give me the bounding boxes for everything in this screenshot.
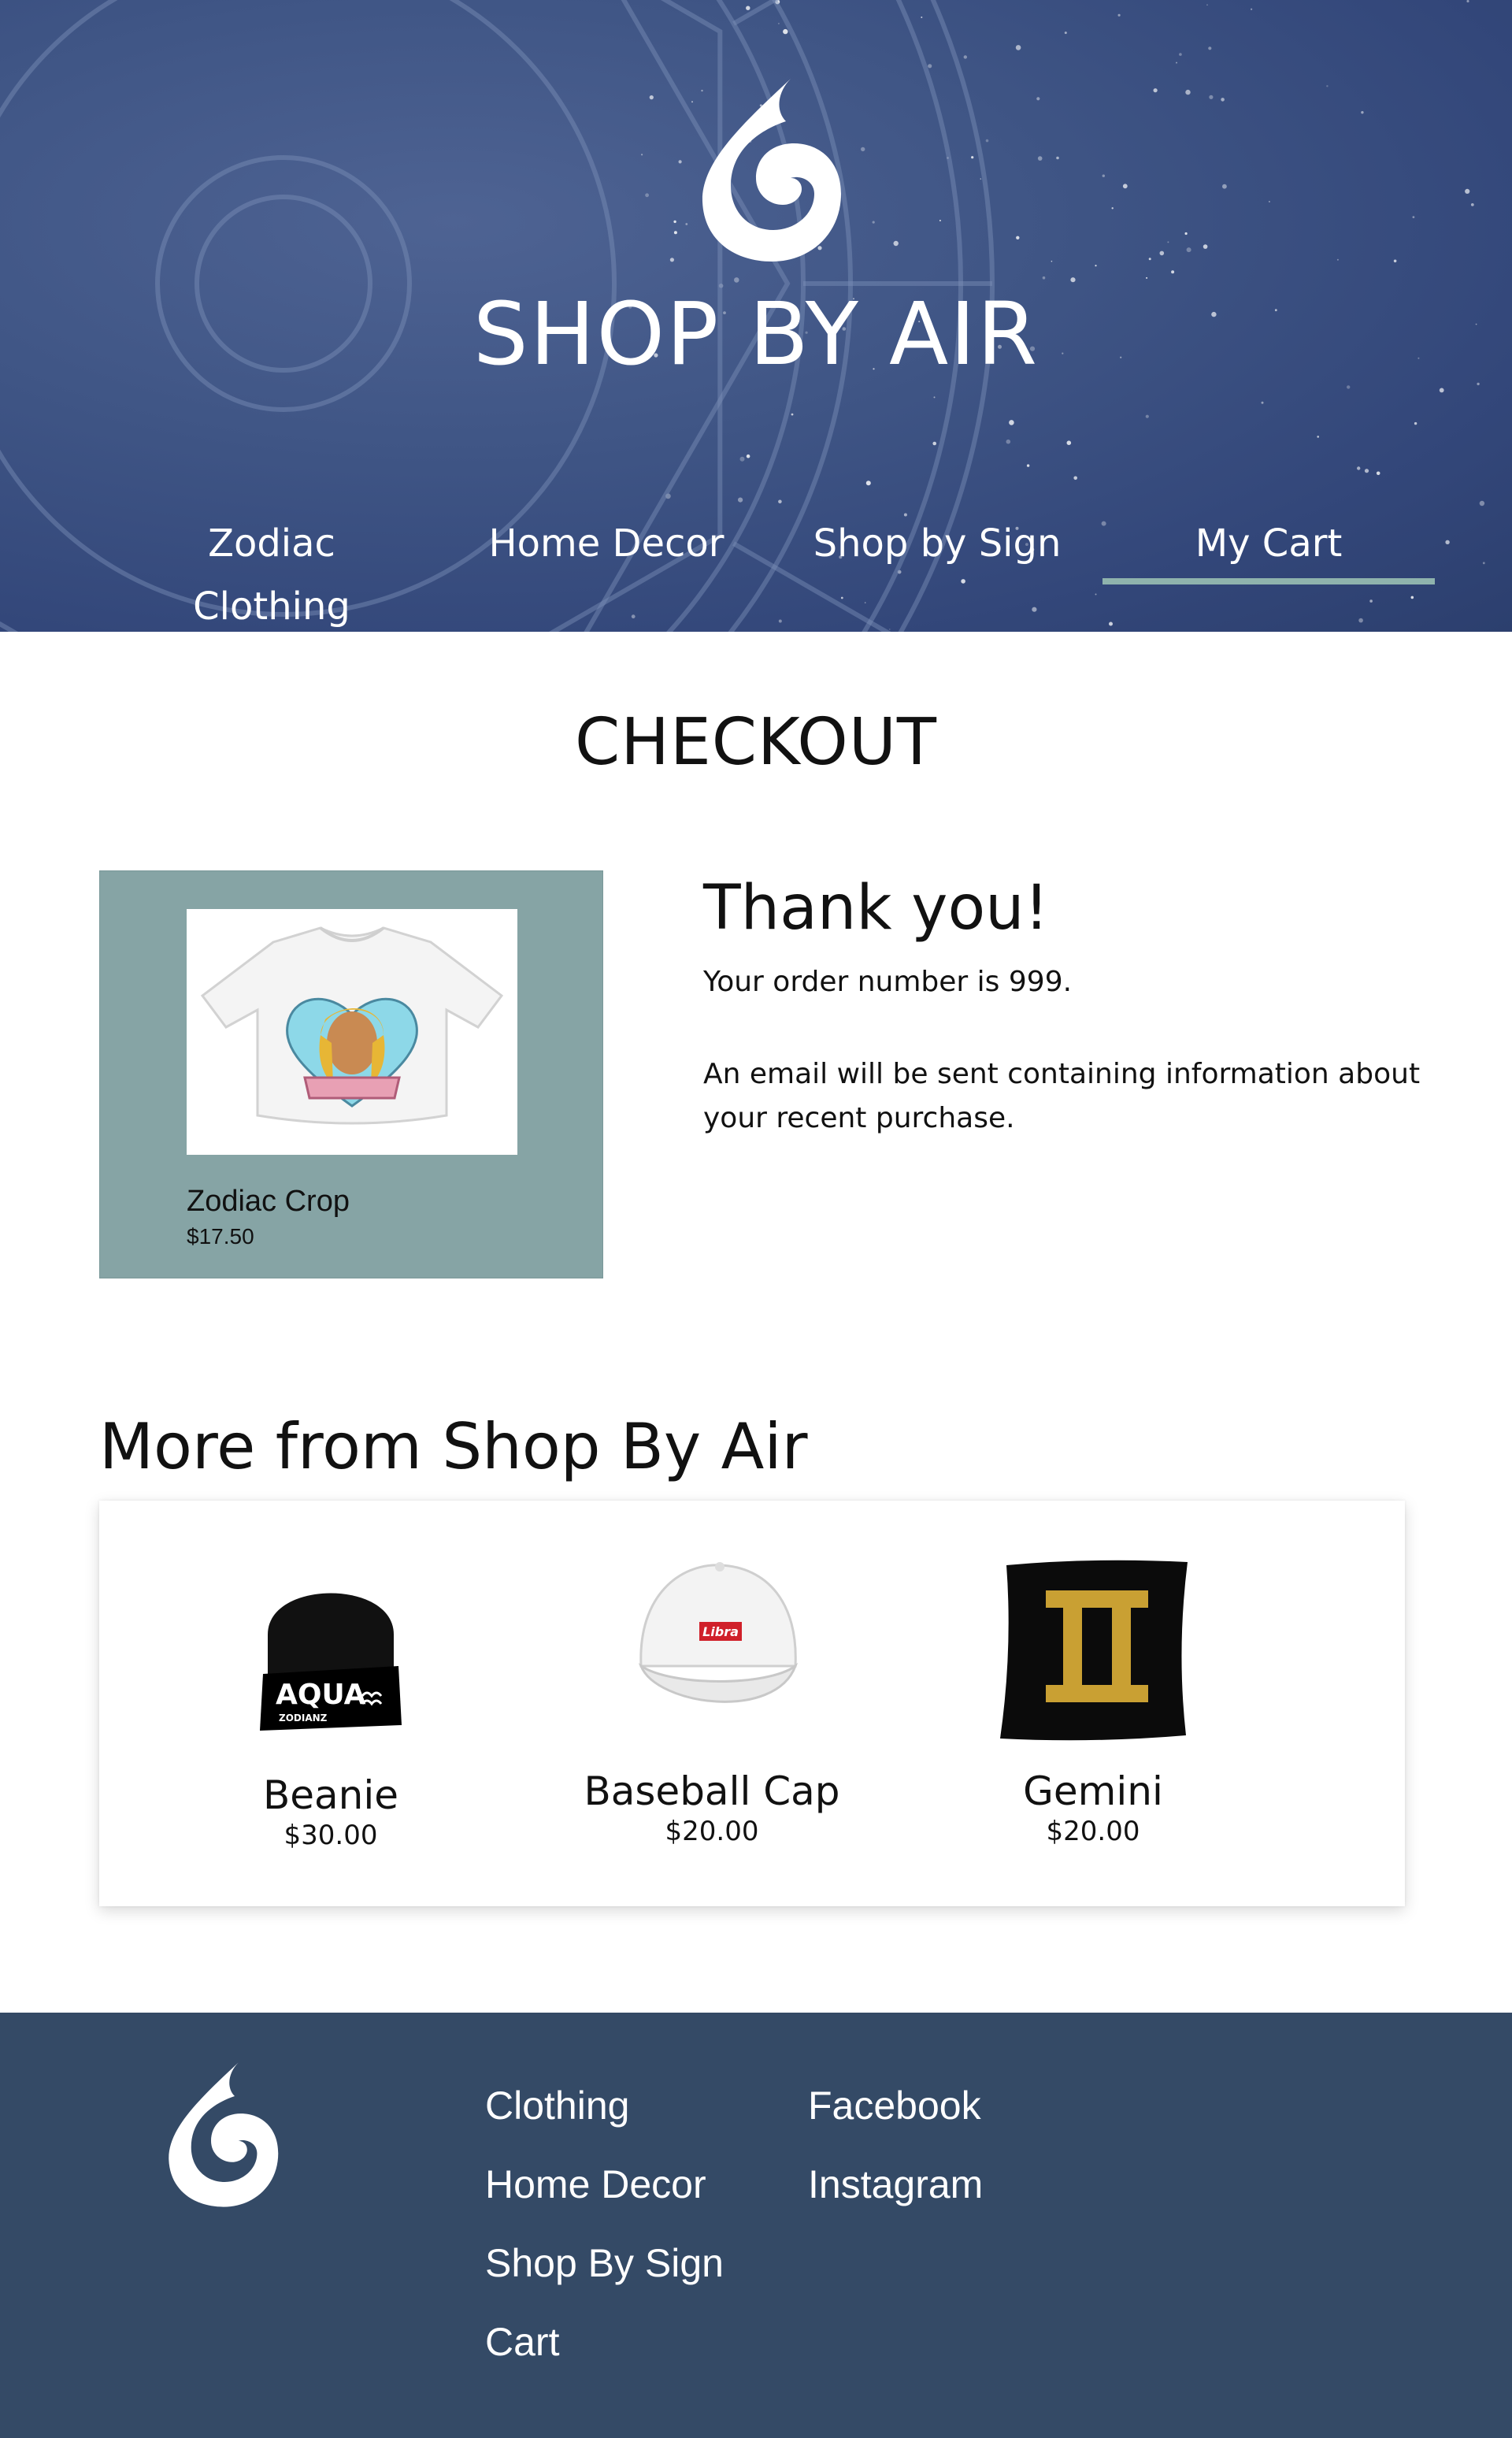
site-title[interactable]: SHOP BY AIR [0,284,1512,384]
footer-link-clothing[interactable]: Clothing [485,2082,724,2129]
product-name: Gemini [1023,1768,1163,1814]
email-confirmation-text: An email will be sent containing informa… [703,1058,1421,1134]
more-from-heading: More from Shop By Air [99,1410,808,1483]
footer-link-home-decor[interactable]: Home Decor [485,2161,724,2208]
footer-link-shop-by-sign[interactable]: Shop By Sign [485,2239,724,2287]
order-item-card[interactable]: Zodiac Crop $17.50 [99,870,603,1278]
recommended-products-panel: AQUA ZODIANZ Beanie $30.00 Libra Basebal… [99,1501,1405,1906]
product-card-beanie[interactable]: AQUA ZODIANZ Beanie $30.00 [189,1501,472,1906]
footer-social-links: Facebook Instagram [808,2082,983,2239]
product-price: $20.00 [1046,1816,1140,1847]
footer-shop-links: Clothing Home Decor Shop By Sign Cart [485,2082,724,2397]
order-item-name: Zodiac Crop [187,1185,350,1218]
nav-my-cart[interactable]: My Cart [1102,512,1435,584]
order-item-image [187,909,517,1155]
beanie-print-subtext: ZODIANZ [279,1713,328,1724]
cap-print-text: Libra [702,1624,739,1639]
nav-shop-by-sign[interactable]: Shop by Sign [811,512,1063,575]
page-title: CHECKOUT [575,705,937,780]
product-card-baseball-cap[interactable]: Libra Baseball Cap $20.00 [570,1501,854,1906]
product-price: $20.00 [665,1816,759,1847]
air-drop-logo-icon[interactable] [696,76,846,265]
thank-you-heading: Thank you! [703,873,1049,944]
footer-link-facebook[interactable]: Facebook [808,2082,983,2129]
beanie-image: AQUA ZODIANZ [260,1593,402,1731]
nav-zodiac-clothing[interactable]: Zodiac Clothing [134,512,410,629]
site-header: SHOP BY AIR Zodiac Clothing Home Decor S… [0,0,1512,632]
product-price: $30.00 [284,1820,378,1851]
order-item-price: $17.50 [187,1224,254,1249]
crop-tshirt-image [200,926,504,1125]
site-footer: Clothing Home Decor Shop By Sign Cart Fa… [0,2013,1512,2438]
beanie-print-text: AQUA [276,1679,366,1711]
main-nav: Zodiac Clothing Home Decor Shop by Sign … [0,512,1512,629]
product-name: Baseball Cap [584,1768,840,1814]
product-name: Beanie [262,1772,399,1818]
baseball-cap-image: Libra [638,1562,799,1703]
footer-link-instagram[interactable]: Instagram [808,2161,983,2208]
air-drop-logo-icon[interactable] [164,2060,282,2210]
product-card-gemini[interactable]: Gemini $20.00 [951,1501,1235,1906]
nav-home-decor[interactable]: Home Decor [488,512,724,575]
order-number-text: Your order number is 999. [703,966,1073,998]
footer-link-cart[interactable]: Cart [485,2318,724,2366]
gemini-pillow-image [1000,1560,1188,1741]
